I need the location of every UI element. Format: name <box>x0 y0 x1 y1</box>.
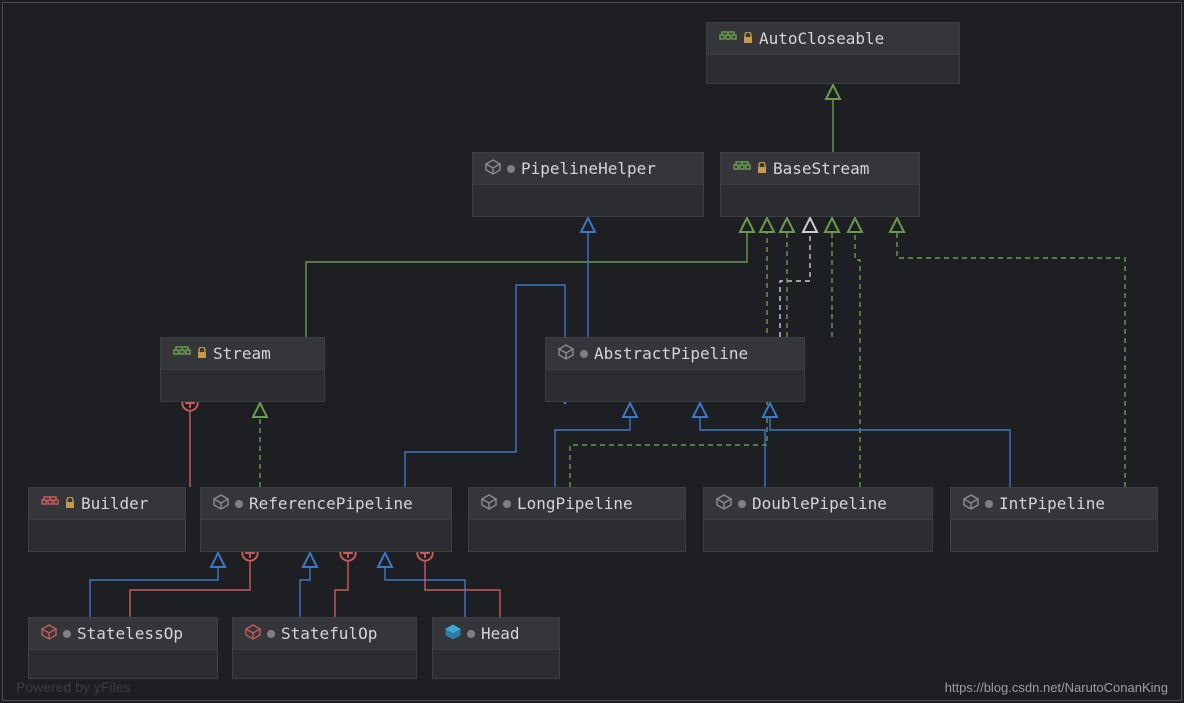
class-icon <box>716 494 732 514</box>
visibility-dot-icon <box>507 165 515 173</box>
visibility-dot-icon <box>503 500 511 508</box>
node-autocloseable[interactable]: AutoCloseable <box>706 22 960 84</box>
node-label: Builder <box>81 494 148 513</box>
class-icon <box>41 624 57 644</box>
node-label: BaseStream <box>773 159 869 178</box>
node-referencepipeline[interactable]: ReferencePipeline <box>200 487 452 552</box>
node-label: StatelessOp <box>77 624 183 643</box>
node-statelessop[interactable]: StatelessOp <box>28 617 218 679</box>
class-icon <box>485 159 501 179</box>
lock-icon <box>65 494 75 513</box>
class-icon <box>245 624 261 644</box>
node-label: AutoCloseable <box>759 29 884 48</box>
node-label: AbstractPipeline <box>594 344 748 363</box>
class-icon <box>558 344 574 364</box>
node-label: Stream <box>213 344 271 363</box>
node-basestream[interactable]: BaseStream <box>720 152 920 217</box>
node-longpipeline[interactable]: LongPipeline <box>468 487 686 552</box>
node-abstractpipeline[interactable]: AbstractPipeline <box>545 337 805 402</box>
visibility-dot-icon <box>580 350 588 358</box>
interface-icon <box>719 29 737 48</box>
node-label: Head <box>481 624 520 643</box>
watermark-yfiles: Powered by yFiles <box>16 679 130 695</box>
node-builder[interactable]: Builder <box>28 487 186 552</box>
lock-icon <box>743 29 753 48</box>
node-intpipeline[interactable]: IntPipeline <box>950 487 1158 552</box>
visibility-dot-icon <box>467 630 475 638</box>
visibility-dot-icon <box>985 500 993 508</box>
lock-icon <box>197 344 207 363</box>
node-stream[interactable]: Stream <box>160 337 325 402</box>
visibility-dot-icon <box>738 500 746 508</box>
lock-icon <box>757 159 767 178</box>
class-icon <box>963 494 979 514</box>
node-label: ReferencePipeline <box>249 494 413 513</box>
class-icon <box>445 624 461 644</box>
node-label: PipelineHelper <box>521 159 656 178</box>
node-statefulop[interactable]: StatefulOp <box>232 617 417 679</box>
interface-icon <box>733 159 751 178</box>
node-head[interactable]: Head <box>432 617 560 679</box>
visibility-dot-icon <box>63 630 71 638</box>
node-pipelinehelper[interactable]: PipelineHelper <box>472 152 704 217</box>
visibility-dot-icon <box>235 500 243 508</box>
node-label: StatefulOp <box>281 624 377 643</box>
interface-icon <box>173 344 191 363</box>
class-icon <box>481 494 497 514</box>
node-doublepipeline[interactable]: DoublePipeline <box>703 487 933 552</box>
node-label: DoublePipeline <box>752 494 887 513</box>
node-label: LongPipeline <box>517 494 633 513</box>
visibility-dot-icon <box>267 630 275 638</box>
node-label: IntPipeline <box>999 494 1105 513</box>
class-icon <box>213 494 229 514</box>
watermark-url: https://blog.csdn.net/NarutoConanKing <box>945 680 1168 695</box>
interface-icon <box>41 494 59 513</box>
